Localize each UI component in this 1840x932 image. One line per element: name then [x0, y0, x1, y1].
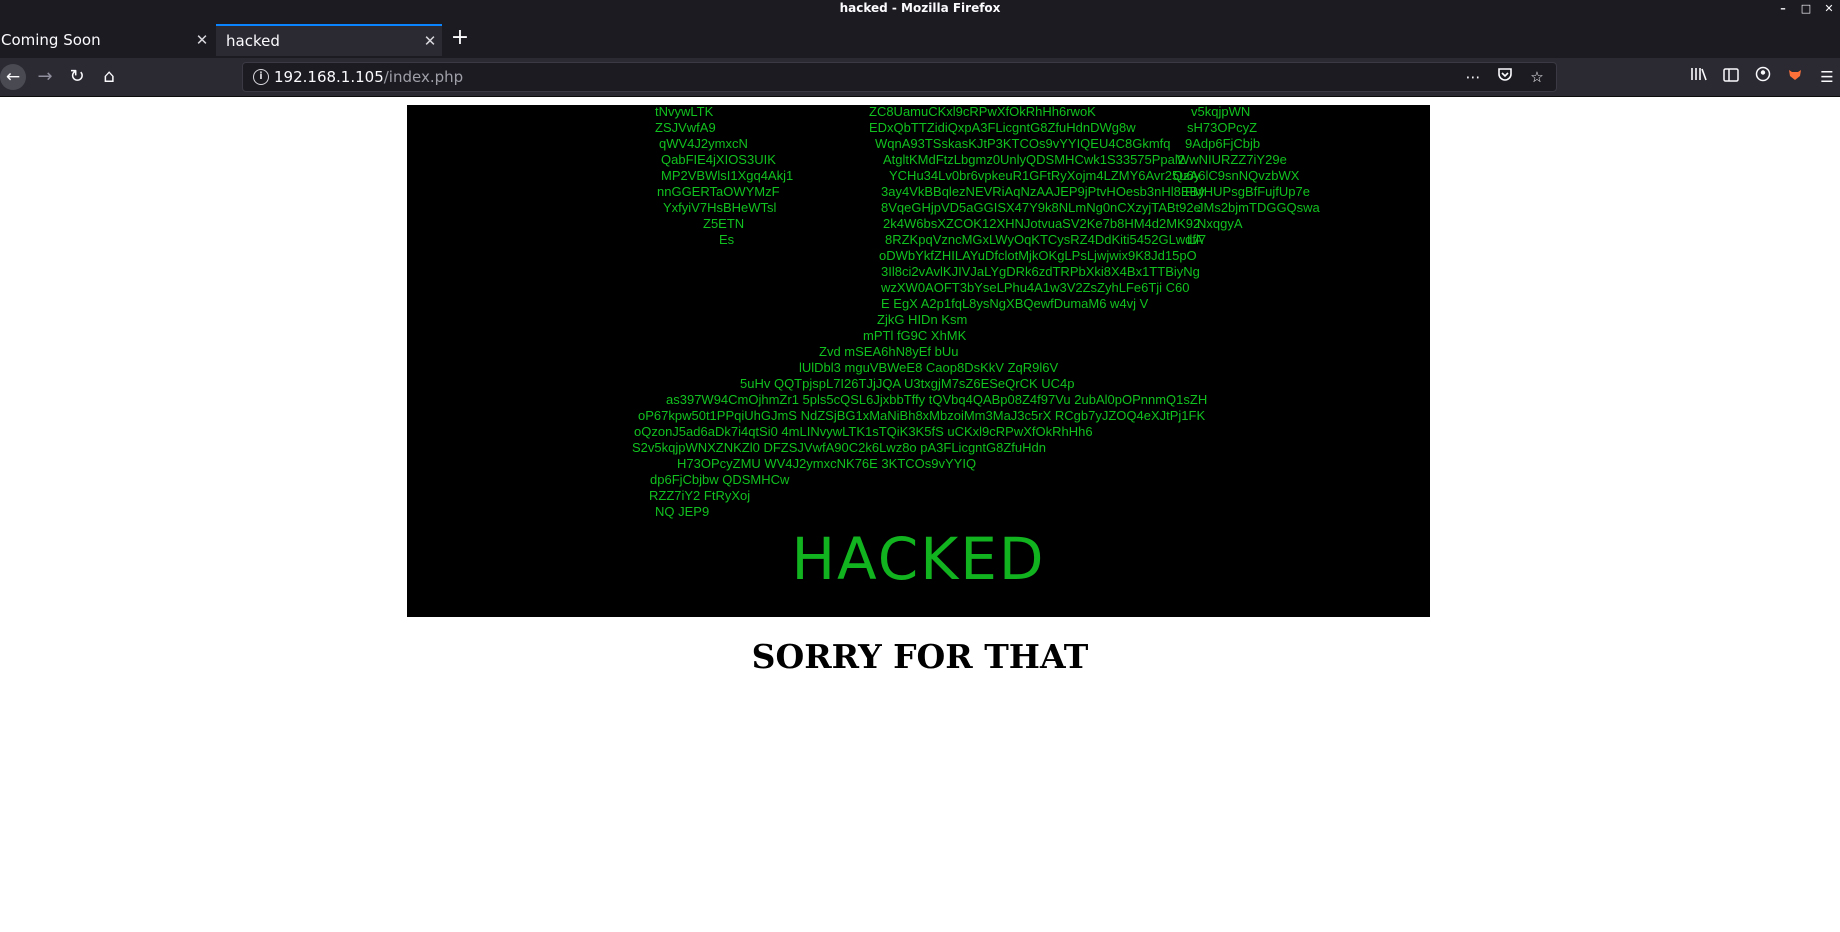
matrix-line: S2v5kqjpWNXZNKZl0 DFZSJVwfA90C2k6Lwz8o p… — [632, 440, 1046, 455]
matrix-line: qWV4J2ymxcN — [659, 136, 748, 151]
minimize-icon[interactable]: – — [1776, 0, 1790, 18]
matrix-line: QabFIE4jXIOS3UIK — [661, 152, 776, 167]
navigation-toolbar: ← → ↻ ⌂ i 192.168.1.105/index.php ⋯ ☆ ☰ — [0, 58, 1840, 97]
page-content: tNvywLTK ZSJVwfA9 qWV4J2ymxcN QabFIE4jXIOS3… — [0, 97, 1840, 932]
matrix-line: oDWbYkfZHILAYuDfclotMjkOKgLPsLjwjwix9K8J… — [879, 248, 1197, 263]
url-path: /index.php — [383, 68, 464, 86]
window-titlebar: hacked - Mozilla Firefox – □ ✕ — [0, 0, 1840, 18]
matrix-line: as397W94CmOjhmZr1 5pls5cQSL6JjxbbTffy tQ… — [666, 392, 1207, 407]
url-host: 192.168.1.105 — [274, 68, 384, 86]
matrix-line: YCHu34Lv0br6vpkeuR1GFtRyXojm4LZMY6Avr25u… — [889, 168, 1201, 183]
matrix-line: RZZ7iY2 FtRyXoj — [649, 488, 750, 503]
extension-fox-icon[interactable] — [1782, 62, 1808, 92]
matrix-line: wzXW0AOFT3bYseLPhu4A1w3V2ZsZyhLFe6Tji C6… — [880, 280, 1190, 295]
back-arrow-icon[interactable]: ← — [0, 64, 26, 90]
hacked-banner-image: tNvywLTK ZSJVwfA9 qWV4J2ymxcN QabFIE4jXIOS3… — [407, 105, 1430, 617]
matrix-line: 5uHv QQTpjspL7I26TJjJQA U3txgjM7sZ6ESeQr… — [740, 376, 1075, 391]
matrix-line: NQ JEP9 — [655, 504, 709, 519]
matrix-line: 8RZKpqVzncMGxLWyOqKTCysRZ4DdKiti5452GLwd… — [885, 232, 1206, 247]
matrix-line: Es — [719, 232, 735, 247]
matrix-line: QzA6lC9snNQvzbWX — [1173, 168, 1300, 183]
page-actions-icon[interactable]: ⋯ — [1462, 66, 1484, 88]
tab-hacked[interactable]: hacked ✕ — [216, 24, 442, 56]
matrix-line: mPTl fG9C XhMK — [863, 328, 967, 343]
matrix-line: MP2VBWlsI1Xgq4Akj1 — [661, 168, 793, 183]
matrix-line: dp6FjCbjbw QDSMHCw — [650, 472, 790, 487]
window-title: hacked - Mozilla Firefox — [839, 1, 1001, 15]
tab-label: Coming Soon — [1, 31, 101, 49]
matrix-line: FMHUPsgBfFujfUp7e — [1185, 184, 1310, 199]
matrix-line: v5kqjpWN — [1191, 105, 1250, 119]
matrix-line: E EgX A2p1fqL8ysNgXBQewfDumaM6 w4vj V — [881, 296, 1149, 311]
matrix-line: LA — [1187, 232, 1203, 247]
info-icon[interactable]: i — [253, 69, 269, 85]
matrix-line: WqnA93TSskasKJtP3KTCOs9vYYIQEU4C8Gkmfq — [875, 136, 1170, 151]
matrix-line: 8VqeGHjpVD5aGGISX47Y9k8NLmNg0nCXzyjTABt9… — [881, 200, 1201, 215]
matrix-line: WwNIURZZ7iY29e — [1177, 152, 1287, 167]
menu-icon[interactable]: ☰ — [1814, 62, 1840, 92]
matrix-line: ZjkG HIDn Ksm — [877, 312, 967, 327]
matrix-line: 3Il8ci2vAvlKJIVJaLYgDRk6zdTRPbXki8X4Bx1T… — [881, 264, 1200, 279]
close-window-icon[interactable]: ✕ — [1822, 0, 1836, 18]
matrix-line: NxqgyA — [1197, 216, 1243, 231]
forward-arrow-icon[interactable]: → — [30, 62, 60, 92]
tab-coming-soon[interactable]: Coming Soon ✕ — [0, 24, 214, 56]
maximize-icon[interactable]: □ — [1799, 0, 1813, 18]
matrix-line: H73OPcyZMU WV4J2ymxcNK76E 3KTCOs9vYYIQ — [677, 456, 976, 471]
matrix-line: Zvd mSEA6hN8yEf bUu — [819, 344, 958, 359]
matrix-line: JMs2bjmTDGGQswa — [1197, 200, 1321, 215]
home-icon[interactable]: ⌂ — [94, 62, 124, 92]
page-heading: SORRY FOR THAT — [751, 637, 1089, 676]
matrix-line: ZSJVwfA9 — [655, 120, 716, 135]
matrix-line: tNvywLTK — [655, 105, 714, 119]
matrix-line: sH73OPcyZ — [1187, 120, 1257, 135]
matrix-line: AtgltKMdFtzLbgmz0UnlyQDSMHCwk1S33575Ppal… — [883, 152, 1185, 167]
close-tab-icon[interactable]: ✕ — [190, 31, 214, 49]
hacked-word: HACKED — [791, 525, 1046, 593]
pocket-icon[interactable] — [1494, 66, 1516, 88]
tab-bar: Coming Soon ✕ hacked ✕ + — [0, 18, 1840, 58]
matrix-line: EDxQbTTZidiQxpA3FLicgntG8ZfuHdnDWg8w — [869, 120, 1136, 135]
account-icon[interactable] — [1750, 62, 1776, 92]
matrix-line: Z5ETN — [703, 216, 744, 231]
sidebar-icon[interactable] — [1718, 62, 1744, 92]
close-tab-icon[interactable]: ✕ — [418, 32, 442, 50]
url-text[interactable]: 192.168.1.105/index.php — [274, 68, 463, 86]
tab-label: hacked — [226, 32, 280, 50]
matrix-line: 2k4W6bsXZCOK12XHNJotvuaSV2Ke7b8HM4d2MK92 — [883, 216, 1200, 231]
matrix-line: YxfyiV7HsBHeWTsl — [663, 200, 777, 215]
matrix-line: 9Adp6FjCbjb — [1185, 136, 1260, 151]
url-bar[interactable]: i 192.168.1.105/index.php ⋯ ☆ — [242, 62, 1557, 92]
library-icon[interactable] — [1686, 62, 1712, 92]
new-tab-button[interactable]: + — [447, 26, 473, 52]
bookmark-star-icon[interactable]: ☆ — [1526, 66, 1548, 88]
matrix-line: ZC8UamuCKxl9cRPwXfOkRhHh6rwoK — [869, 105, 1096, 119]
matrix-line: nnGGERTaOWYMzF — [657, 184, 780, 199]
matrix-line: oQzonJ5ad6aDk7i4qtSi0 4mLINvywLTK1sTQiK3… — [634, 424, 1093, 439]
matrix-line: lUlDbl3 mguVBWeE8 Caop8DsKkV ZqR9l6V — [799, 360, 1058, 375]
matrix-line: oP67kpw50t1PPqiUhGJmS NdZSjBG1xMaNiBh8xM… — [638, 408, 1205, 423]
matrix-line: 3ay4VkBBqlezNEVRiAqNzAAJEP9jPtvHOesb3nHl… — [881, 184, 1205, 199]
reload-icon[interactable]: ↻ — [62, 62, 92, 92]
